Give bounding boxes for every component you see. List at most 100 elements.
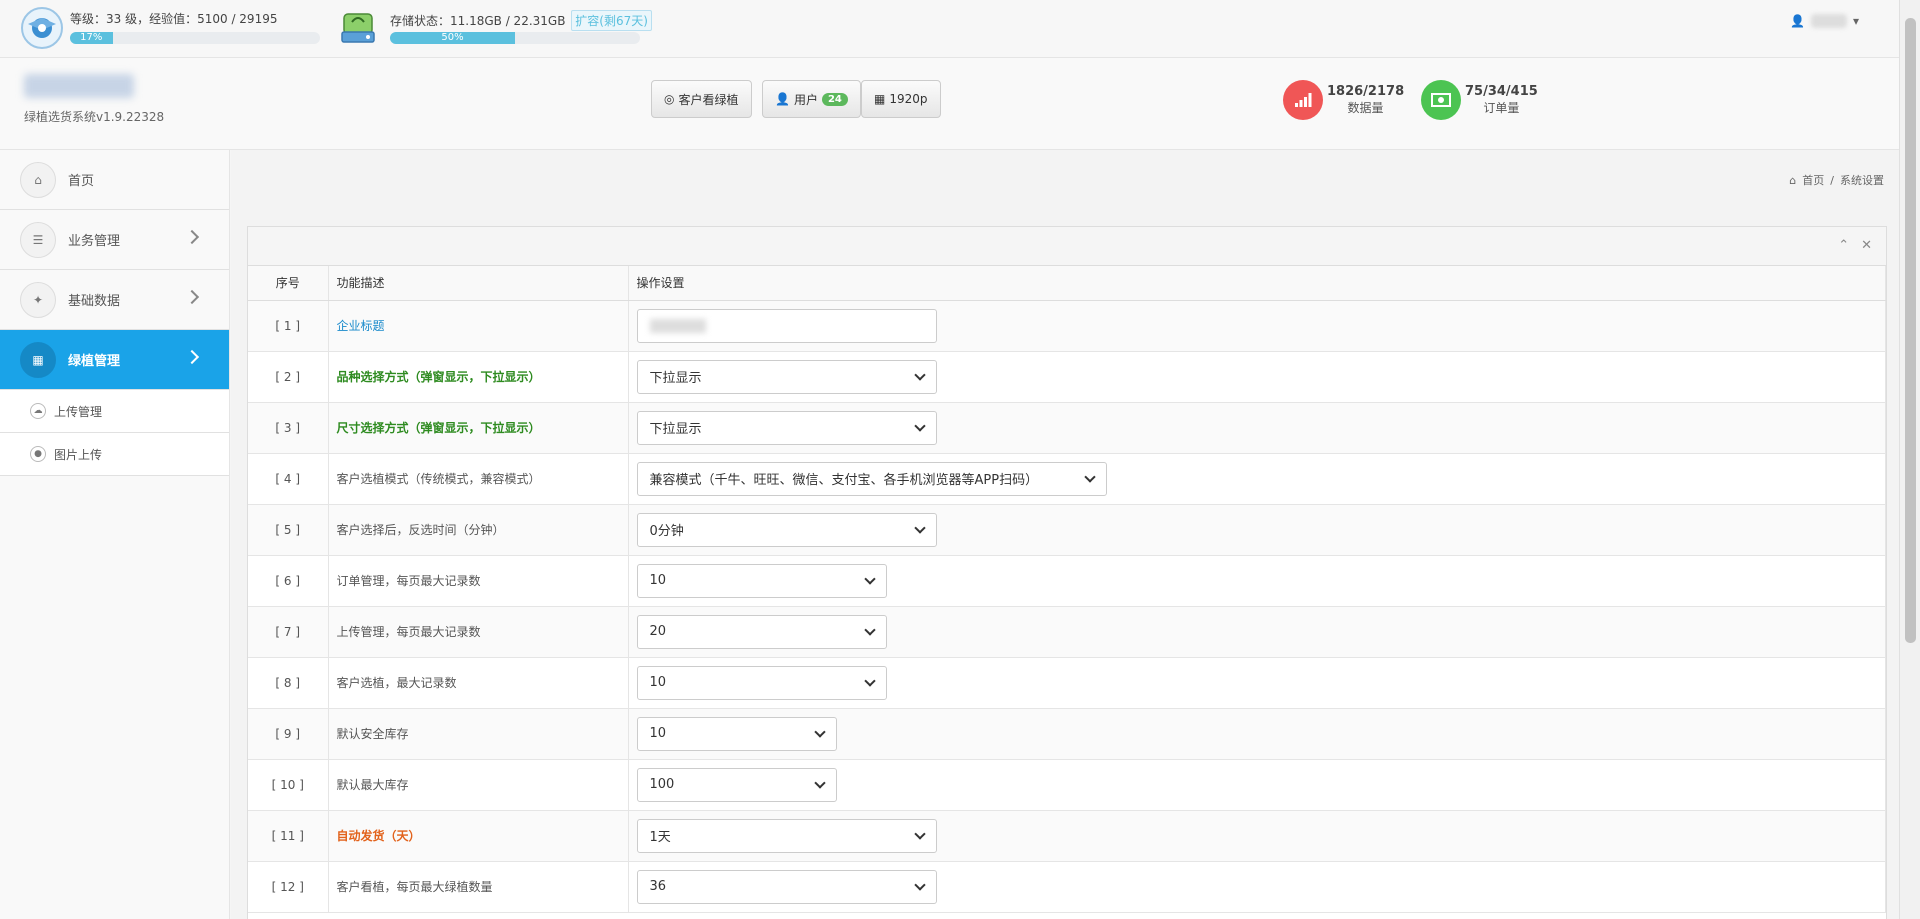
target-icon: ◎	[664, 92, 675, 106]
level-progress-bar: 17%	[70, 32, 320, 44]
max-stock-select[interactable]: 100	[636, 767, 837, 802]
row-setting-cell: 1天	[628, 810, 1886, 862]
table-row: [ 10 ] 默认最大库存 100	[248, 759, 1886, 811]
users-label: 用户	[793, 92, 818, 107]
row-index: [ 4 ]	[248, 453, 329, 505]
header: 绿植选货系统v1.9.22328 ◎ 客户看绿植 👤 用户 24 ▦ 1920p…	[0, 58, 1899, 150]
settings-table: 序号 功能描述 操作设置 [ 1 ] 企业标题 [ 2 ] 品种选择方式（弹窗显…	[248, 266, 1886, 913]
select-value: 1天	[649, 830, 671, 845]
select-value: 10	[649, 573, 667, 588]
row-setting-cell: 10	[628, 657, 1886, 709]
level-progress-fill: 17%	[70, 32, 113, 44]
size-select[interactable]: 下拉显示	[636, 410, 937, 445]
row-setting-cell: 兼容模式（千牛、旺旺、微信、支付宝、各手机浏览器等APP扫码）	[628, 453, 1886, 505]
chevron-right-icon	[184, 349, 200, 365]
sidebar-item-label: 基础数据	[68, 294, 121, 309]
table-row: [ 9 ] 默认安全库存 10	[248, 708, 1886, 760]
table-row: [ 4 ] 客户选植模式（传统模式，兼容模式） 兼容模式（千牛、旺旺、微信、支付…	[248, 453, 1886, 505]
breadcrumb-home[interactable]: 首页	[1802, 172, 1824, 188]
chevron-right-icon	[184, 289, 200, 305]
user-menu[interactable]: 👤 ▾	[1790, 14, 1859, 28]
company-title-value-blurred	[649, 318, 706, 333]
home-icon: ⌂	[1789, 173, 1797, 187]
user-icon: 👤	[1790, 14, 1805, 28]
table-row: [ 8 ] 客户选植，最大记录数 10	[248, 657, 1886, 709]
reselect-time-select[interactable]: 0分钟	[636, 512, 937, 547]
table-row: [ 3 ] 尺寸选择方式（弹窗显示，下拉显示） 下拉显示	[248, 402, 1886, 454]
stat-orders: 75/34/415 订单量	[1421, 80, 1538, 120]
sidebar-item-business[interactable]: ☰ 业务管理	[0, 210, 229, 270]
col-index: 序号	[248, 266, 329, 301]
level-text: 等级：33 级，经验值：5100 / 29195	[70, 12, 278, 26]
chevron-down-icon	[913, 419, 926, 432]
row-setting-cell: 10	[628, 708, 1886, 760]
select-value: 兼容模式（千牛、旺旺、微信、支付宝、各手机浏览器等APP扫码）	[649, 473, 1039, 488]
upload-page-size-select[interactable]: 20	[636, 614, 887, 649]
stat-data-value: 1826/2178	[1327, 84, 1405, 99]
row-description: 默认安全库存	[328, 708, 629, 760]
row-setting-cell: 10	[628, 555, 1886, 607]
row-index: [ 3 ]	[248, 402, 329, 454]
users-button[interactable]: 👤 用户 24	[762, 80, 861, 118]
select-value: 20	[649, 624, 667, 639]
row-setting-cell: 36	[628, 861, 1886, 913]
row-setting-cell: 下拉显示	[628, 351, 1886, 403]
chevron-down-icon	[863, 572, 876, 585]
list-icon: ☰	[20, 221, 56, 258]
chevron-down-icon	[913, 368, 926, 381]
system-version: 绿植选货系统v1.9.22328	[24, 110, 165, 124]
table-row: [ 12 ] 客户看植，每页最大绿植数量 36	[248, 861, 1886, 913]
sidebar-subitem-upload-management[interactable]: ☁ 上传管理	[0, 390, 229, 433]
chevron-down-icon	[863, 674, 876, 687]
chevron-down-icon	[913, 521, 926, 534]
sidebar-item-basic-data[interactable]: ✦ 基础数据	[0, 270, 229, 330]
chevron-up-icon[interactable]: ⌃	[1838, 238, 1849, 253]
row-setting-cell: 100	[628, 759, 1886, 811]
safety-stock-select[interactable]: 10	[636, 716, 837, 751]
auto-ship-select[interactable]: 1天	[636, 818, 937, 853]
chevron-right-icon	[184, 229, 200, 245]
magic-wand-icon: ✦	[20, 281, 56, 318]
row-description: 客户选择后，反选时间（分钟）	[328, 504, 629, 556]
row-description: 企业标题	[328, 300, 629, 352]
row-setting-cell: 0分钟	[628, 504, 1886, 556]
stat-orders-value: 75/34/415	[1465, 84, 1538, 99]
customer-view-button[interactable]: ◎ 客户看绿植	[651, 80, 752, 118]
settings-panel: ⌃ ✕ 序号 功能描述 操作设置 [ 1 ] 企业标题 [ 2 ] 品种选择方式…	[247, 226, 1887, 919]
resolution-label: 1920p	[889, 92, 928, 106]
order-page-size-select[interactable]: 10	[636, 563, 887, 598]
page-scrollbar[interactable]	[1899, 0, 1920, 919]
users-count-badge: 24	[821, 92, 848, 106]
expand-storage-link[interactable]: 扩容(剩67天)	[571, 10, 652, 31]
user-name-blurred	[1810, 14, 1847, 28]
chevron-down-icon	[813, 725, 826, 738]
company-title-input[interactable]	[636, 308, 937, 343]
resolution-button[interactable]: ▦ 1920p	[861, 80, 941, 118]
stat-orders-label: 订单量	[1483, 101, 1520, 115]
row-description: 订单管理，每页最大记录数	[328, 555, 629, 607]
sidebar-item-home[interactable]: ⌂ 首页	[0, 150, 229, 210]
table-row: [ 2 ] 品种选择方式（弹窗显示，下拉显示） 下拉显示	[248, 351, 1886, 403]
row-setting-cell	[628, 300, 1886, 352]
storage-progress-fill: 50%	[390, 32, 515, 44]
row-description: 客户看植，每页最大绿植数量	[328, 861, 629, 913]
cloud-upload-icon: ☁	[30, 403, 46, 419]
row-description: 客户选植模式（传统模式，兼容模式）	[328, 453, 629, 505]
customer-select-max-select[interactable]: 10	[636, 665, 887, 700]
sidebar-item-label: 业务管理	[68, 234, 121, 249]
selection-mode-select[interactable]: 兼容模式（千牛、旺旺、微信、支付宝、各手机浏览器等APP扫码）	[636, 461, 1107, 496]
level-badge-icon	[21, 7, 63, 49]
table-row: [ 1 ] 企业标题	[248, 300, 1886, 352]
row-index: [ 5 ]	[248, 504, 329, 556]
close-icon[interactable]: ✕	[1861, 238, 1872, 253]
row-index: [ 7 ]	[248, 606, 329, 658]
table-header-row: 序号 功能描述 操作设置	[248, 266, 1886, 301]
plants-per-page-select[interactable]: 36	[636, 869, 937, 904]
scrollbar-thumb[interactable]	[1905, 18, 1916, 643]
variety-select[interactable]: 下拉显示	[636, 359, 937, 394]
select-value: 10	[649, 726, 667, 741]
sidebar-item-plants[interactable]: ▦ 绿植管理	[0, 330, 229, 390]
sidebar-subitem-image-upload[interactable]: ● 图片上传	[0, 433, 229, 476]
sidebar-subitem-label: 上传管理	[54, 404, 103, 419]
storage-text: 存储状态：11.18GB / 22.31GB	[390, 14, 566, 28]
